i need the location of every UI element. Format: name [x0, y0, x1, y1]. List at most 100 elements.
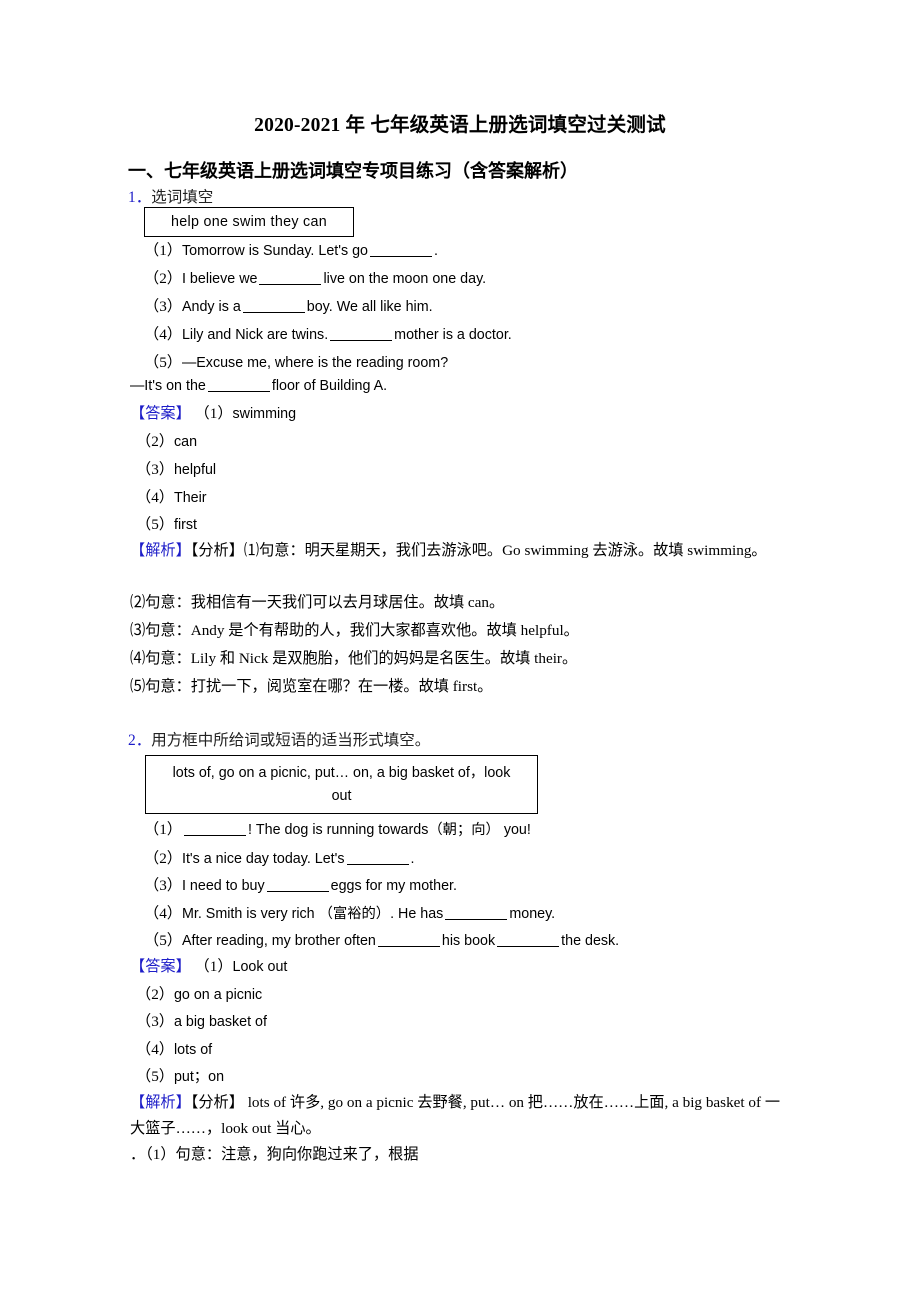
- question-text-mid: his book: [441, 933, 496, 949]
- exercise-1-analysis: 【解析】【分析】⑴句意：明天星期天，我们去游泳吧。Go swimming 去游泳…: [130, 538, 790, 564]
- answer-number: （2）: [136, 986, 174, 1003]
- fill-blank[interactable]: [183, 822, 246, 836]
- exercise-2-wordbank: lots of, go on a picnic, put… on, a big …: [145, 755, 538, 814]
- fill-blank[interactable]: [370, 243, 432, 257]
- fill-blank[interactable]: [445, 906, 508, 920]
- exercise-2-header: 2．用方框中所给词或短语的适当形式填空。: [128, 731, 430, 751]
- answer-value: Their: [173, 490, 207, 506]
- exercise-1-wordbank-text: help one swim they can: [170, 213, 327, 230]
- exercise-1-analysis-item-2: ⑵句意：我相信有一天我们可以去月球居住。故填 can。: [130, 594, 505, 611]
- question-text-before: It's a nice day today. Let's: [181, 851, 345, 867]
- question-label: （2）: [144, 850, 182, 867]
- answer-value: put；on: [173, 1069, 225, 1085]
- exercise-1-wordbank: help one swim they can: [144, 207, 354, 237]
- fill-blank[interactable]: [346, 851, 409, 865]
- fill-blank[interactable]: [259, 271, 322, 285]
- exercise-2-prompt: 用方框中所给词或短语的适当形式填空。: [151, 732, 431, 749]
- fill-blank[interactable]: [377, 933, 440, 947]
- question-text-before: —Excuse me, where is the reading room?: [181, 355, 449, 371]
- answer-number: （1）: [194, 958, 233, 975]
- exercise-1-answer-5: （5）first: [136, 515, 197, 535]
- exercise-2-wordbank-line-1: lots of, go on a picnic, put… on, a big …: [172, 765, 511, 782]
- answer-value: Look out: [232, 959, 288, 975]
- exercise-2-answer-3: （3）a big basket of: [136, 1012, 267, 1032]
- question-text-after: boy. We all like him.: [306, 299, 433, 315]
- question-text-before: I believe we: [181, 271, 258, 287]
- exercise-2-answer-5: （5）put；on: [136, 1067, 224, 1087]
- answer-number: （4）: [136, 1041, 174, 1058]
- answer-number: （5）: [136, 1068, 174, 1085]
- fill-blank[interactable]: [207, 378, 270, 392]
- question-label: （3）: [144, 298, 182, 315]
- exercise-1-question-3: （3）Andy is a boy. We all like him.: [144, 297, 433, 317]
- exercise-2-question-5: （5）After reading, my brother often his bo…: [144, 931, 619, 951]
- analysis-sub-label: 【分析】: [190, 1094, 244, 1111]
- question-label: （5）: [144, 354, 182, 371]
- question-text-after: mother is a doctor.: [394, 327, 512, 343]
- question-label: （4）: [144, 905, 182, 922]
- document-page: 2020-2021 年 七年级英语上册选词填空过关测试 一、七年级英语上册选词填…: [0, 0, 920, 1302]
- question-text-before: Lily and Nick are twins.: [181, 327, 329, 343]
- exercise-1-number: 1．: [128, 189, 152, 206]
- continuation-after: floor of Building A.: [271, 378, 388, 394]
- fill-blank[interactable]: [242, 299, 305, 313]
- question-text-before: Andy is a: [181, 299, 241, 315]
- answer-value: can: [173, 434, 198, 450]
- answer-label: 【答案】: [130, 958, 191, 975]
- exercise-2-analysis-last: ．（1）句意：注意，狗向你跑过来了，根据: [130, 1146, 419, 1163]
- question-text-before: Mr. Smith is very rich （富裕的）. He has: [181, 906, 444, 922]
- analysis-first-text: ⑴句意：明天星期天，我们去游泳吧。Go swimming 去游泳。故填 swim…: [243, 542, 767, 559]
- exercise-1-analysis-item-4: ⑷句意：Lily 和 Nick 是双胞胎，他们的妈妈是名医生。故填 their。: [130, 650, 578, 667]
- exercise-2-answer-4: （4）lots of: [136, 1040, 212, 1060]
- question-label: （1）: [144, 821, 182, 838]
- question-text-before: I need to buy: [181, 878, 265, 894]
- question-text-after: eggs for my mother.: [330, 878, 457, 894]
- fill-blank[interactable]: [330, 327, 393, 341]
- question-text-after: ! The dog is running towards（朝；向） you!: [247, 822, 531, 838]
- exercise-1-question-1: （1）Tomorrow is Sunday. Let's go.: [144, 241, 438, 261]
- exercise-1-answer-1: 【答案】 （1）swimming: [130, 404, 296, 424]
- answer-label: 【答案】: [130, 405, 191, 422]
- answer-value: a big basket of: [173, 1014, 267, 1030]
- exercise-1-question-2: （2）I believe we live on the moon one day.: [144, 269, 486, 289]
- question-label: （1）: [144, 242, 182, 259]
- exercise-2-question-3: （3）I need to buy eggs for my mother.: [144, 876, 457, 896]
- answer-number: （3）: [136, 1013, 174, 1030]
- exercise-1-analysis-item-5: ⑸句意：打扰一下，阅览室在哪？在一楼。故填 first。: [130, 678, 493, 695]
- exercise-2-answer-2: （2）go on a picnic: [136, 985, 262, 1005]
- answer-number: （2）: [136, 433, 174, 450]
- analysis-label: 【解析】: [130, 1094, 191, 1111]
- answer-number: （3）: [136, 461, 174, 478]
- answer-value: helpful: [173, 462, 217, 478]
- question-text-before: Tomorrow is Sunday. Let's go: [181, 243, 368, 259]
- fill-blank[interactable]: [266, 878, 329, 892]
- exercise-1-header: 1．选词填空: [128, 188, 213, 208]
- answer-number: （5）: [136, 516, 174, 533]
- exercise-1-analysis-item-3: ⑶句意：Andy 是个有帮助的人，我们大家都喜欢他。故填 helpful。: [130, 622, 579, 639]
- exercise-1-answer-2: （2）can: [136, 432, 197, 452]
- question-text-after: .: [434, 243, 438, 259]
- exercise-1-question-4: （4）Lily and Nick are twins. mother is a d…: [144, 325, 512, 345]
- exercise-1-question-5: （5）—Excuse me, where is the reading room…: [144, 353, 448, 373]
- exercise-2-analysis: 【解析】【分析】 lots of 许多, go on a picnic 去野餐,…: [130, 1090, 790, 1142]
- question-label: （4）: [144, 326, 182, 343]
- answer-number: （1）: [194, 405, 233, 422]
- exercise-1-question-5-continuation: —It's on the floor of Building A.: [130, 378, 387, 396]
- question-text-after: money.: [509, 906, 556, 922]
- page-title: 2020-2021 年 七年级英语上册选词填空过关测试: [254, 115, 666, 136]
- answer-value: swimming: [232, 406, 297, 422]
- question-label: （5）: [144, 932, 182, 949]
- exercise-1-answer-4: （4）Their: [136, 488, 207, 508]
- answer-value: go on a picnic: [173, 987, 263, 1003]
- section-heading: 一、七年级英语上册选词填空专项目练习（含答案解析）: [128, 161, 578, 181]
- continuation-before: —It's on the: [130, 378, 206, 394]
- exercise-2-answer-1: 【答案】 （1）Look out: [130, 957, 287, 977]
- analysis-sub-label: 【分析】: [190, 542, 244, 559]
- question-label: （3）: [144, 877, 182, 894]
- exercise-2-wordbank-line-2: out: [331, 787, 352, 804]
- exercise-2-question-2: （2）It's a nice day today. Let's.: [144, 849, 415, 869]
- question-text-after: .: [410, 851, 415, 867]
- exercise-2-question-4: （4）Mr. Smith is very rich （富裕的）. He has m…: [144, 904, 555, 924]
- fill-blank[interactable]: [497, 933, 560, 947]
- question-text-after: live on the moon one day.: [323, 271, 487, 287]
